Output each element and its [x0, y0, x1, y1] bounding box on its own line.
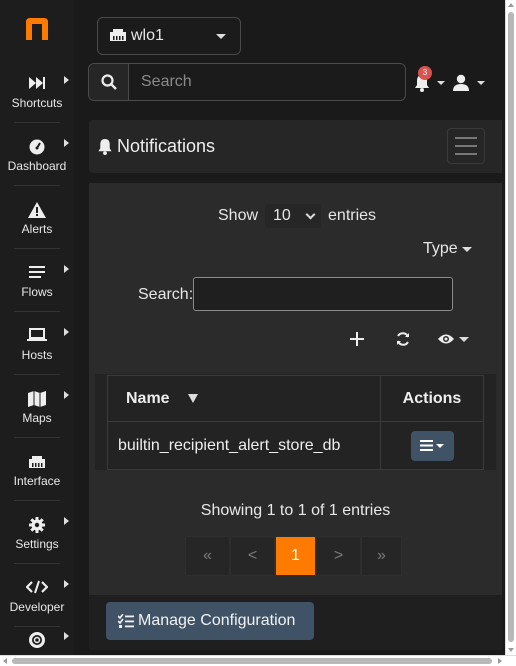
bell-icon [98, 138, 112, 155]
sidebar-item-maps[interactable]: Maps [0, 381, 74, 443]
sidebar-item-dashboard[interactable]: Dashboard [0, 129, 74, 191]
table-row: builtin_recipient_alert_store_db [107, 421, 484, 470]
chevron-right-icon [64, 265, 69, 273]
entries-value: 10 [273, 207, 291, 224]
type-filter-dropdown[interactable]: Type [423, 240, 472, 258]
plus-icon [350, 332, 364, 346]
recipients-table: Name Actions builtin_recipient_alert_sto… [107, 375, 484, 470]
sidebar: Shortcuts Dashboard Alerts Flows Hosts M… [0, 0, 74, 655]
page-current-button[interactable]: 1 [275, 536, 316, 576]
horizontal-scroll-thumb[interactable] [12, 658, 492, 664]
list-icon [420, 440, 433, 451]
ntopng-logo[interactable] [22, 14, 52, 44]
vertical-scrollbar[interactable] [505, 0, 516, 655]
pagination: « < 1 > » [185, 536, 402, 576]
recipient-name-cell: builtin_recipient_alert_store_db [107, 421, 381, 470]
row-actions-button[interactable] [410, 430, 454, 461]
refresh-button[interactable] [395, 328, 411, 350]
chevron-right-icon [64, 139, 69, 147]
sort-desc-icon [187, 393, 198, 403]
show-label: Show [218, 207, 259, 224]
gauge-icon [0, 139, 74, 157]
sidebar-item-label: Flows [21, 285, 53, 299]
tasks-icon [118, 614, 134, 628]
user-icon [453, 74, 469, 91]
eye-icon [438, 334, 454, 344]
fast-forward-icon [0, 76, 74, 94]
table-search-input[interactable] [193, 277, 453, 311]
chevron-right-icon [64, 76, 69, 84]
chevron-right-icon [64, 328, 69, 336]
page-first-button[interactable]: « [185, 536, 230, 576]
notification-badge: 3 [418, 66, 432, 80]
caret-down-icon [461, 246, 472, 252]
manage-configuration-button[interactable]: Manage Configuration [106, 602, 314, 640]
sidebar-item-shortcuts[interactable]: Shortcuts [0, 66, 74, 128]
gear-icon [0, 517, 74, 535]
sidebar-item-label: Hosts [21, 348, 53, 362]
column-header-actions: Actions [380, 375, 484, 422]
caret-down-icon [459, 336, 469, 342]
chevron-right-icon [64, 391, 69, 399]
sidebar-item-hosts[interactable]: Hosts [0, 318, 74, 380]
type-filter-label: Type [423, 240, 458, 257]
horizontal-scrollbar[interactable] [0, 655, 516, 666]
map-icon [0, 391, 74, 409]
stream-icon [0, 265, 74, 283]
code-icon [0, 580, 74, 598]
page-title: Notifications [117, 136, 216, 156]
column-header-name[interactable]: Name [107, 375, 381, 422]
ethernet-icon [110, 27, 126, 46]
sidebar-item-label: Developer [9, 600, 65, 614]
page-last-button[interactable]: » [361, 536, 402, 576]
lifebuoy-icon [0, 632, 74, 650]
sidebar-item-alerts[interactable]: Alerts [0, 192, 74, 254]
chevron-right-icon [64, 632, 69, 640]
sidebar-item-label: Maps [22, 411, 52, 425]
sidebar-item-label: Alerts [21, 222, 53, 236]
table-header-row: Name Actions [107, 375, 484, 422]
interface-select[interactable]: wlo1 [97, 17, 241, 55]
column-visibility-button[interactable] [437, 328, 469, 350]
sidebar-item-label: Dashboard [7, 159, 67, 173]
sidebar-item-label: Shortcuts [11, 96, 63, 110]
actions-cell [380, 421, 484, 470]
interface-name: wlo1 [131, 27, 164, 44]
page-length-control: Show 10 entries [218, 203, 376, 229]
add-button[interactable] [350, 328, 364, 350]
ethernet-icon [0, 454, 74, 472]
caret-down-icon [436, 443, 444, 448]
notifications-menu[interactable]: 3 [414, 66, 445, 97]
global-search [88, 63, 406, 101]
search-icon[interactable] [89, 64, 129, 100]
page-next-button[interactable]: > [316, 536, 361, 576]
table-info: Showing 1 to 1 of 1 entries [200, 502, 391, 519]
caret-down-icon [477, 81, 485, 85]
sidebar-item-label: Settings [15, 537, 59, 551]
caret-down-icon [216, 34, 226, 39]
search-input[interactable] [129, 64, 405, 100]
chevron-right-icon [64, 580, 69, 588]
refresh-icon [397, 332, 409, 346]
sidebar-item-interface[interactable]: Interface [0, 444, 74, 506]
page-prev-button[interactable]: < [230, 536, 275, 576]
manage-configuration-label: Manage Configuration [138, 612, 296, 629]
table-search-label: Search: [138, 286, 194, 303]
user-menu[interactable] [453, 74, 485, 96]
sidebar-item-settings[interactable]: Settings [0, 507, 74, 569]
page-header: Notifications [89, 120, 502, 173]
caret-down-icon [437, 81, 445, 85]
chevron-down-icon [305, 209, 316, 220]
menu-toggle-button[interactable] [447, 128, 485, 164]
chevron-right-icon [64, 517, 69, 525]
entries-label: entries [328, 207, 377, 224]
laptop-icon [0, 328, 74, 346]
sidebar-item-label: Interface [13, 474, 61, 488]
warning-icon [0, 202, 74, 220]
entries-select[interactable]: 10 [264, 203, 323, 229]
vertical-scroll-thumb[interactable] [508, 12, 514, 642]
sidebar-item-flows[interactable]: Flows [0, 255, 74, 317]
